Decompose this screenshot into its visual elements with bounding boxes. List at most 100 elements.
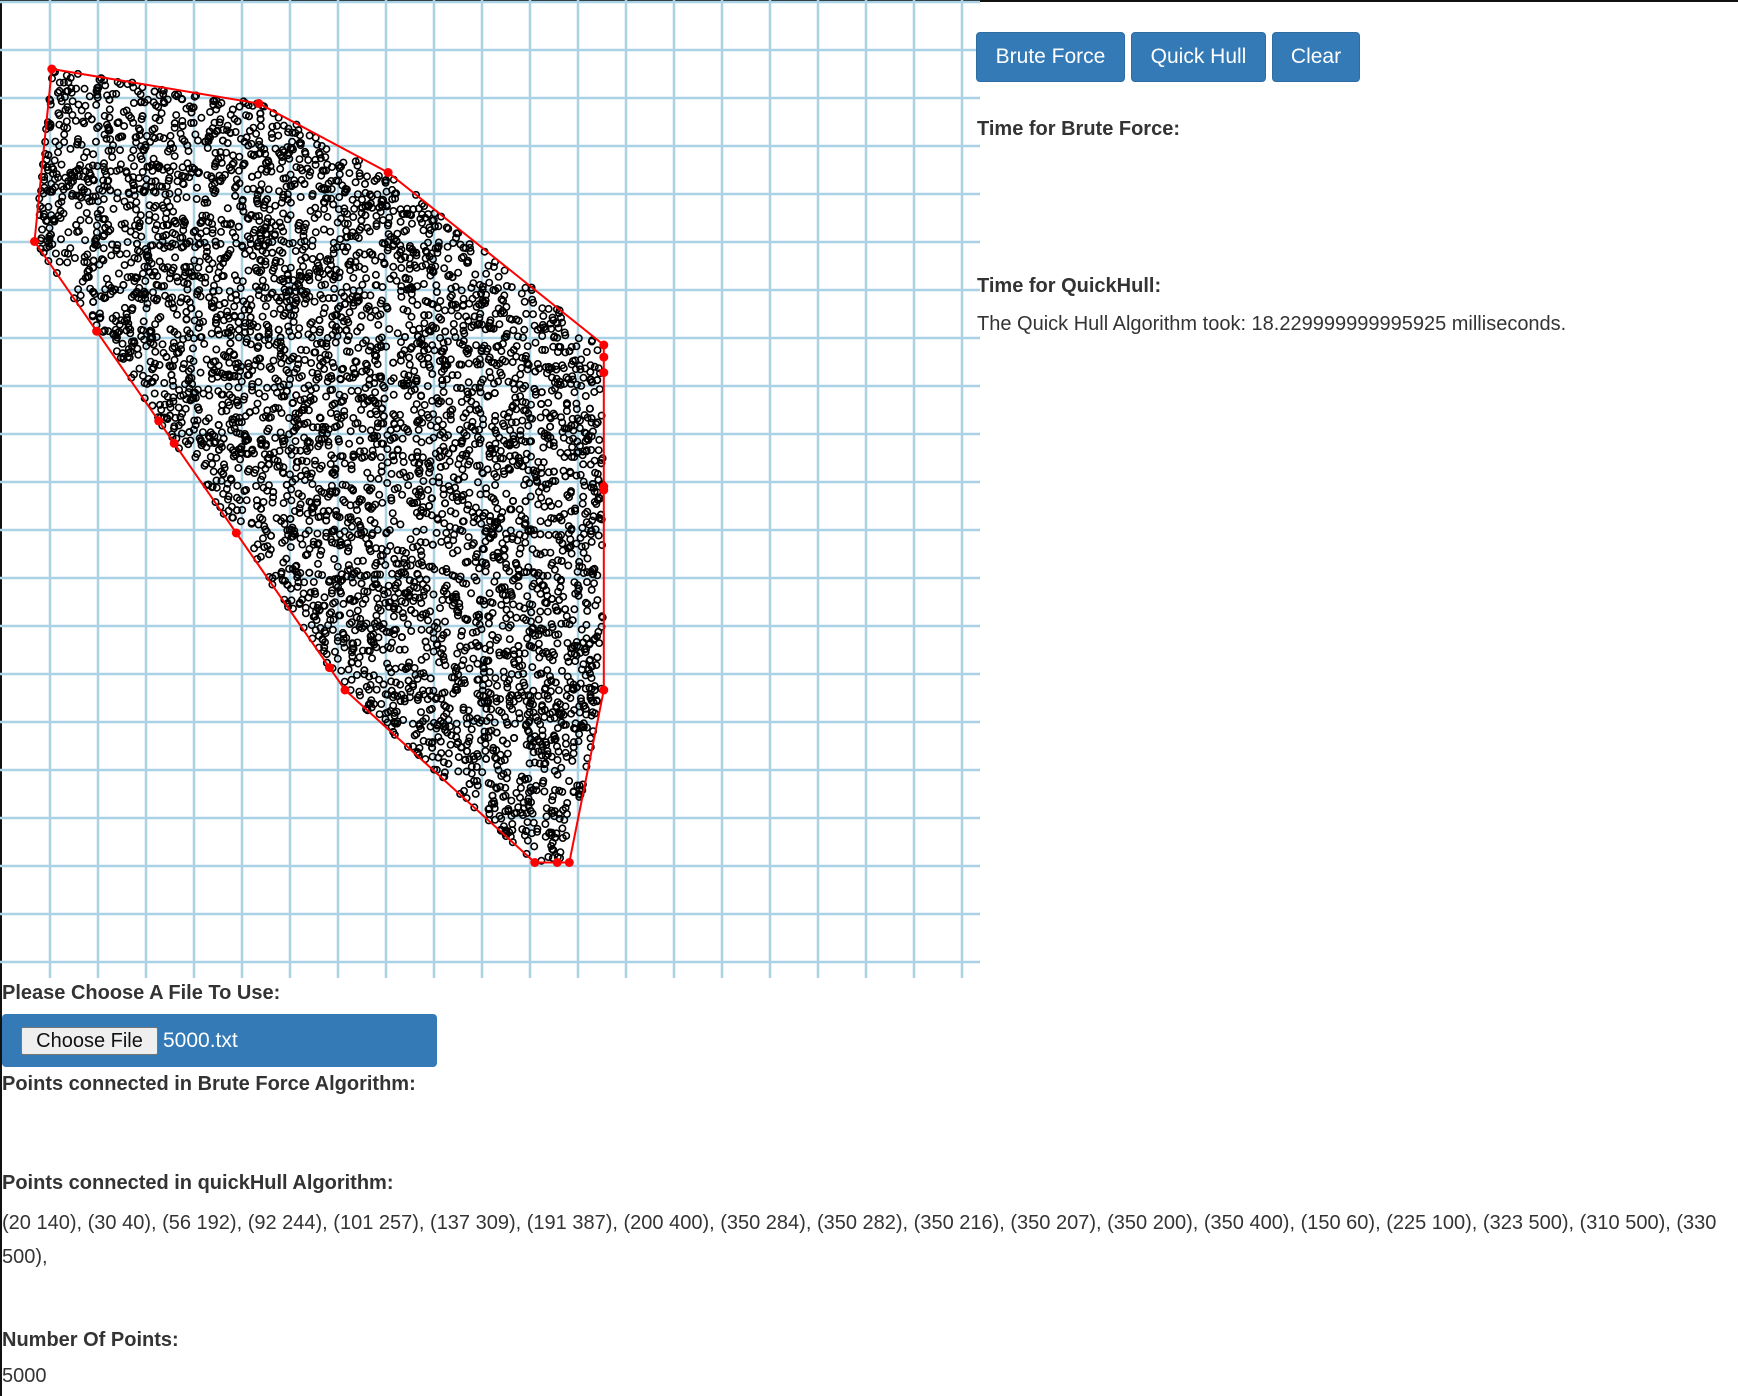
data-point (127, 153, 136, 162)
data-point (223, 121, 232, 130)
data-point (520, 297, 529, 306)
data-point (371, 388, 380, 397)
hull-canvas[interactable] (0, 0, 980, 978)
data-point (129, 146, 138, 155)
data-point (589, 579, 598, 588)
data-point (274, 325, 283, 334)
data-point (349, 273, 358, 282)
data-point (166, 131, 175, 140)
data-point (440, 519, 449, 528)
data-point (323, 212, 332, 221)
data-point (345, 169, 354, 178)
data-point (561, 739, 570, 748)
data-point (520, 325, 529, 334)
data-point (444, 749, 453, 758)
data-point (586, 367, 595, 376)
data-point (353, 386, 362, 395)
data-point (72, 221, 81, 230)
data-point (76, 291, 85, 300)
data-point (205, 293, 214, 302)
data-point (254, 377, 263, 386)
data-point (202, 355, 211, 364)
data-point (544, 398, 553, 407)
data-point (531, 338, 540, 347)
data-point (259, 497, 268, 506)
data-point (397, 263, 406, 272)
data-point (587, 537, 596, 546)
data-point (593, 653, 602, 662)
data-point (252, 129, 261, 138)
data-point (219, 434, 228, 443)
data-point (590, 387, 599, 396)
data-point (493, 504, 502, 513)
data-point (408, 543, 417, 552)
data-point (509, 326, 518, 335)
data-point (449, 319, 458, 328)
data-point (207, 329, 216, 338)
data-point (279, 209, 288, 218)
data-point (530, 842, 539, 851)
data-point (554, 686, 563, 695)
data-point (122, 249, 131, 258)
data-point (252, 481, 261, 490)
data-point (306, 319, 315, 328)
data-point (399, 613, 408, 622)
data-point (587, 585, 596, 594)
data-point (482, 269, 491, 278)
data-point (51, 249, 60, 258)
data-point (396, 241, 405, 250)
data-point (564, 561, 573, 570)
data-point (89, 297, 98, 306)
data-point (529, 818, 538, 827)
data-point (410, 663, 419, 672)
data-point (253, 399, 262, 408)
data-point (440, 306, 449, 315)
data-point (257, 180, 266, 189)
data-point (371, 270, 380, 279)
data-point (389, 517, 398, 526)
data-point (120, 122, 129, 131)
data-point (521, 538, 530, 547)
data-point (205, 265, 214, 274)
data-point (389, 358, 398, 367)
data-point (358, 424, 367, 433)
data-point (347, 386, 356, 395)
data-point (371, 256, 380, 265)
data-point (320, 593, 329, 602)
data-point (218, 400, 227, 409)
data-point (230, 302, 239, 311)
data-point (505, 635, 514, 644)
data-point (157, 109, 166, 118)
data-point (89, 256, 98, 265)
data-point (126, 227, 135, 236)
data-point (515, 505, 524, 514)
data-point (434, 304, 443, 313)
data-point (453, 726, 462, 735)
data-point (266, 531, 275, 540)
data-point (150, 389, 159, 398)
data-point (546, 422, 555, 431)
data-point (561, 605, 570, 614)
data-point (398, 434, 407, 443)
data-point (304, 156, 313, 165)
hull-canvas-svg[interactable] (0, 0, 980, 978)
data-point (311, 228, 320, 237)
data-point (197, 113, 206, 122)
data-point (579, 548, 588, 557)
data-point (425, 501, 434, 510)
data-point (405, 264, 414, 273)
data-point (340, 677, 349, 686)
data-point (322, 392, 331, 401)
data-point (481, 567, 490, 576)
data-point (387, 469, 396, 478)
data-point (541, 819, 550, 828)
data-point (150, 87, 159, 96)
data-point (389, 410, 398, 419)
data-point (503, 683, 512, 692)
data-point (316, 550, 325, 559)
data-point (360, 666, 369, 675)
data-point (453, 649, 462, 658)
data-point (472, 341, 481, 350)
data-point (473, 781, 482, 790)
data-point (223, 204, 232, 213)
